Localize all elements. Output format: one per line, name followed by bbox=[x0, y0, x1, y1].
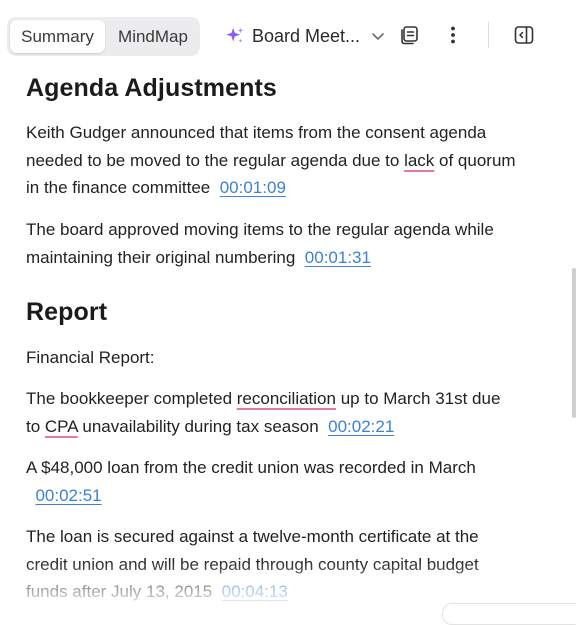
timestamp-link[interactable]: 00:01:31 bbox=[305, 248, 371, 267]
summary-paragraph: The board approved moving items to the r… bbox=[26, 220, 494, 267]
sparkle-icon bbox=[226, 27, 244, 43]
scrollbar[interactable] bbox=[572, 268, 576, 418]
toolbar-divider bbox=[488, 22, 489, 48]
summary-paragraph: Keith Gudger announced that items from t… bbox=[26, 123, 516, 197]
spellcheck-word: reconciliation bbox=[236, 389, 336, 408]
timestamp-link[interactable]: 00:02:21 bbox=[328, 417, 394, 436]
summary-paragraph: Financial Report: bbox=[26, 348, 155, 367]
sidebar-toggle-icon[interactable] bbox=[513, 24, 535, 46]
toolbar: Summary MindMap Board Meet... bbox=[0, 0, 576, 72]
timestamp-link[interactable]: 00:01:09 bbox=[220, 178, 286, 197]
chevron-down-icon bbox=[372, 33, 384, 40]
document-selector[interactable]: Board Meet... bbox=[220, 20, 385, 52]
section-heading-agenda: Agenda Adjustments bbox=[26, 74, 277, 102]
floating-panel-edge bbox=[442, 603, 576, 625]
section-heading-report: Report bbox=[26, 298, 108, 326]
timestamp-link[interactable]: 00:02:51 bbox=[35, 486, 101, 505]
summary-paragraph: The bookkeeper completed reconciliation … bbox=[26, 389, 501, 436]
notes-icon[interactable] bbox=[399, 24, 421, 46]
summary-paragraph: The loan is secured against a twelve-mon… bbox=[26, 527, 479, 601]
spellcheck-word: lack bbox=[404, 150, 435, 170]
timestamp-link[interactable]: 00:04:13 bbox=[222, 582, 288, 601]
tab-mindmap[interactable]: MindMap bbox=[107, 20, 199, 53]
summary-paragraph: A $48,000 loan from the credit union was… bbox=[26, 458, 476, 505]
tab-summary[interactable]: Summary bbox=[10, 20, 105, 53]
document-title: Board Meet... bbox=[251, 25, 361, 46]
more-vertical-icon[interactable] bbox=[442, 24, 464, 46]
spellcheck-word: CPA bbox=[44, 416, 78, 436]
view-toggle: Summary MindMap bbox=[7, 17, 200, 56]
